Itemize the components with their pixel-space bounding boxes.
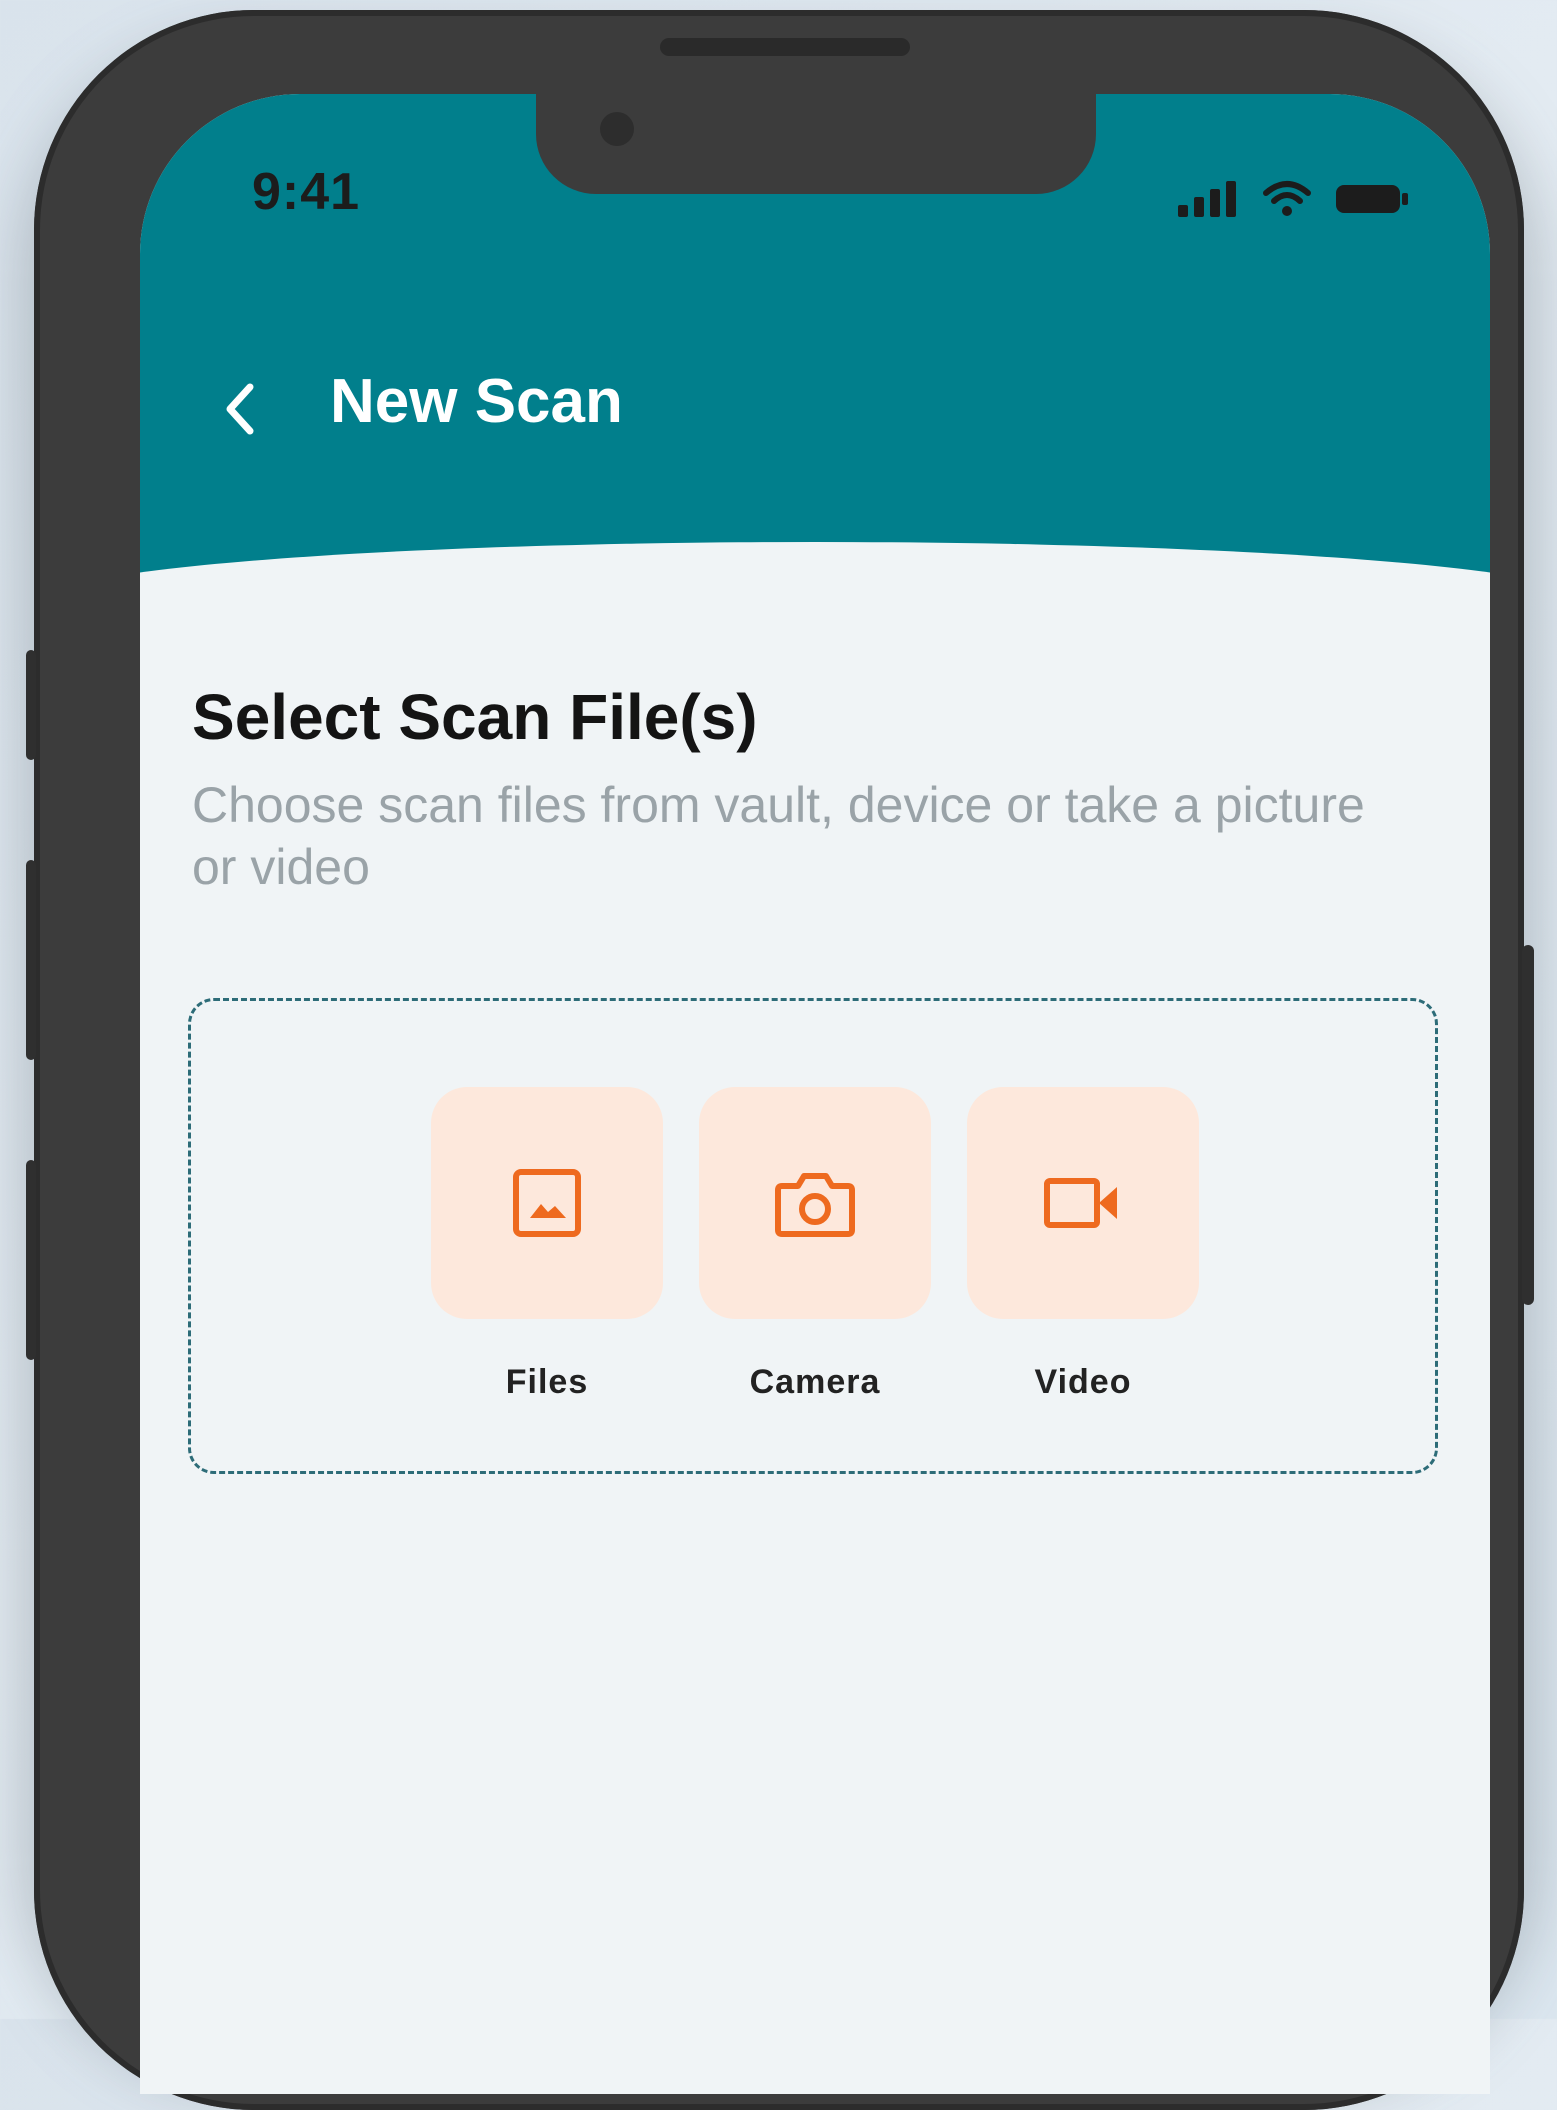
section-heading: Select Scan File(s) — [192, 681, 758, 753]
speaker-grille — [660, 38, 910, 56]
signal-icon — [1178, 181, 1236, 217]
camera-icon — [775, 1173, 855, 1237]
files-label: Files — [505, 1363, 589, 1401]
video-tile[interactable] — [967, 1087, 1199, 1319]
status-time: 9:41 — [252, 163, 361, 221]
video-label: Video — [1034, 1363, 1132, 1401]
phone-frame: 9:41 New Scan Select Scan File(s) Choose… — [26, 10, 1534, 2110]
chevron-left-icon — [226, 383, 254, 435]
upload-dropzone[interactable]: Files Camera Video — [188, 998, 1438, 1474]
image-icon — [513, 1169, 581, 1237]
camera-tile[interactable] — [699, 1087, 931, 1319]
video-icon — [1044, 1178, 1117, 1228]
section-subheading: Choose scan files from vault, device or … — [192, 777, 1365, 895]
status-icons — [1176, 174, 1410, 224]
app-screen: 9:41 New Scan Select Scan File(s) Choose… — [140, 94, 1490, 2094]
side-button-mute — [26, 650, 36, 760]
side-button-volume-down — [26, 1160, 36, 1360]
back-button[interactable] — [210, 379, 270, 439]
front-camera — [600, 112, 634, 146]
video-option[interactable]: Video — [967, 1087, 1199, 1402]
page-title: New Scan — [330, 367, 623, 436]
files-option[interactable]: Files — [431, 1087, 663, 1402]
wifi-icon — [1263, 181, 1311, 216]
camera-label: Camera — [749, 1363, 881, 1401]
files-tile[interactable] — [431, 1087, 663, 1319]
side-button-power — [1522, 945, 1534, 1305]
battery-icon — [1336, 185, 1408, 213]
side-button-volume-up — [26, 860, 36, 1060]
camera-option[interactable]: Camera — [699, 1087, 931, 1402]
